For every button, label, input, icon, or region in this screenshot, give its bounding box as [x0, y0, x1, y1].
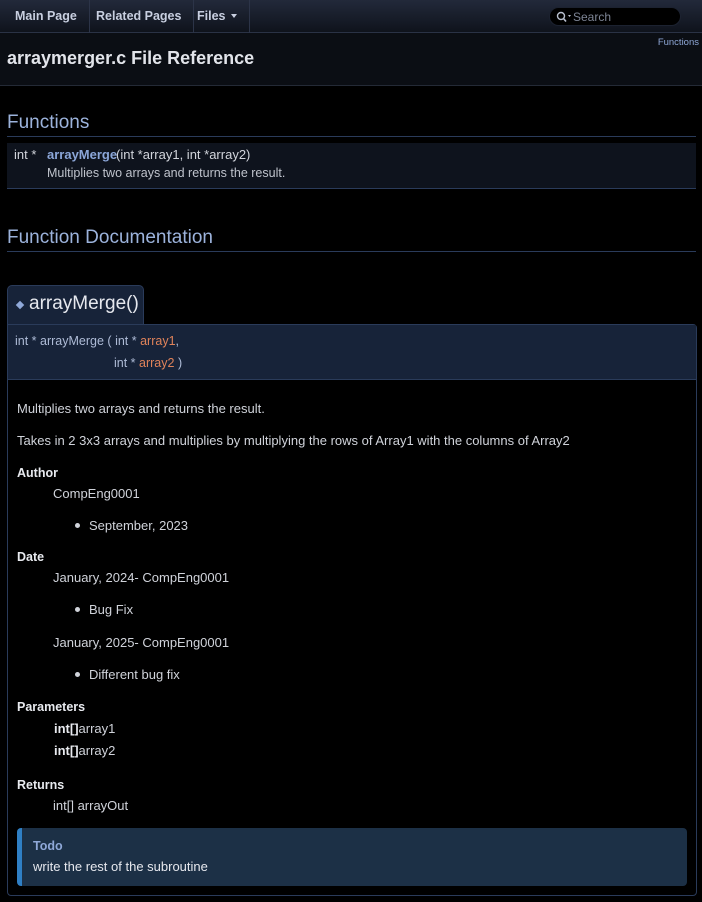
function-title: arrayMerge() — [29, 293, 139, 314]
function-prototype: int * arrayMerge ( int * array1, int * a… — [8, 325, 696, 380]
date-entry: January, 2025- CompEng0001 — [53, 635, 230, 650]
param-type: int * — [115, 334, 137, 348]
member-brief: Multiplies two arrays and returns the re… — [47, 166, 286, 180]
date-label: Date — [17, 550, 45, 564]
page-title: arraymerger.c File Reference — [7, 48, 255, 68]
param-type: int * — [114, 356, 136, 370]
diamond-icon — [15, 300, 25, 310]
list-item: Bug Fix — [89, 602, 134, 617]
nav-main-page-label: Main Page — [15, 9, 77, 23]
member-name-link[interactable]: arrayMerge — [47, 147, 117, 162]
function-doc-block: int * arrayMerge ( int * array1, int * a… — [7, 324, 697, 896]
function-title-tab: arrayMerge() — [7, 285, 144, 325]
prototype-line-2: int * array2 ) — [114, 356, 182, 370]
prototype-open-paren: ( — [107, 334, 112, 348]
member-return-type: int * — [14, 147, 37, 162]
parameter-type: int[] — [54, 721, 79, 736]
list-item: September, 2023 — [89, 518, 189, 533]
function-documentation-heading: Function Documentation — [7, 227, 696, 252]
param-separator: , — [175, 334, 180, 348]
author-value: CompEng0001 — [53, 486, 140, 501]
summary-functions-link[interactable]: Functions — [658, 37, 699, 48]
bullet-icon — [75, 607, 80, 612]
bullet-icon — [75, 523, 80, 528]
prototype-return: int * arrayMerge — [15, 334, 104, 348]
search-box[interactable] — [549, 7, 681, 26]
parameter-name: array2 — [78, 743, 116, 758]
returns-label: Returns — [17, 778, 65, 792]
author-label: Author — [17, 466, 58, 480]
parameters-label: Parameters — [17, 700, 86, 714]
nav-related-pages[interactable]: Related Pages — [84, 0, 195, 33]
page-header: Functions arraymerger.c File Reference — [0, 33, 702, 86]
doc-brief: Multiplies two arrays and returns the re… — [17, 401, 265, 416]
search-input[interactable] — [573, 9, 677, 24]
param-name: array1 — [140, 334, 176, 348]
prototype-line-1: int * arrayMerge ( int * array1, — [15, 334, 179, 348]
function-summary-row: int * arrayMerge (int *array1, int *arra… — [7, 143, 696, 189]
functions-heading: Functions — [7, 112, 696, 137]
bullet-icon — [75, 672, 80, 677]
returns-value: int[] arrayOut — [53, 798, 129, 813]
parameter-row: int[]array1 — [54, 721, 115, 736]
list-item: Different bug fix — [89, 667, 180, 682]
todo-box: Todo write the rest of the subroutine — [17, 828, 687, 886]
nav-related-pages-label: Related Pages — [96, 9, 182, 23]
parameter-name: array1 — [78, 721, 116, 736]
doc-details: Takes in 2 3x3 arrays and multiplies by … — [17, 433, 570, 448]
nav-files[interactable]: Files — [185, 0, 250, 33]
chevron-down-icon — [230, 13, 237, 18]
parameter-row: int[]array2 — [54, 743, 115, 758]
parameter-type: int[] — [54, 743, 79, 758]
nav-files-label: Files — [197, 9, 226, 23]
nav-main-page[interactable]: Main Page — [3, 0, 90, 33]
param-name: array2 — [139, 356, 175, 370]
member-arguments: (int *array1, int *array2) — [116, 147, 251, 162]
top-navbar: Main Page Related Pages Files — [0, 0, 702, 33]
todo-title-link[interactable]: Todo — [33, 839, 63, 853]
date-entry: January, 2024- CompEng0001 — [53, 570, 230, 585]
todo-text: write the rest of the subroutine — [33, 859, 208, 874]
param-separator: ) — [177, 356, 183, 370]
